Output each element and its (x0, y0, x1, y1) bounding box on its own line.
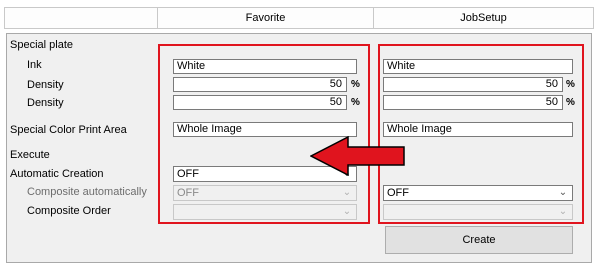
window: Favorite JobSetup Special plate Ink Dens… (0, 0, 602, 264)
jobsetup-highlight-frame (378, 44, 584, 224)
favorite-highlight-frame (158, 44, 370, 224)
column-headers: Favorite JobSetup (4, 7, 594, 29)
density-1-label: Density (27, 79, 64, 91)
create-button[interactable]: Create (385, 226, 573, 254)
composite-automatically-label: Composite automatically (27, 186, 147, 198)
special-color-print-area-label: Special Color Print Area (10, 124, 127, 136)
ink-label: Ink (27, 59, 42, 71)
header-spacer (4, 7, 158, 29)
automatic-creation-label: Automatic Creation (10, 168, 104, 180)
special-plate-label: Special plate (10, 39, 73, 51)
left-arrow-icon (310, 136, 405, 176)
composite-order-label: Composite Order (27, 205, 111, 217)
density-2-label: Density (27, 97, 64, 109)
favorite-header-label: Favorite (245, 12, 286, 24)
execute-label: Execute (10, 149, 50, 161)
jobsetup-header-label: JobSetup (460, 12, 507, 24)
favorite-header[interactable]: Favorite (157, 7, 374, 29)
jobsetup-header[interactable]: JobSetup (373, 7, 594, 29)
